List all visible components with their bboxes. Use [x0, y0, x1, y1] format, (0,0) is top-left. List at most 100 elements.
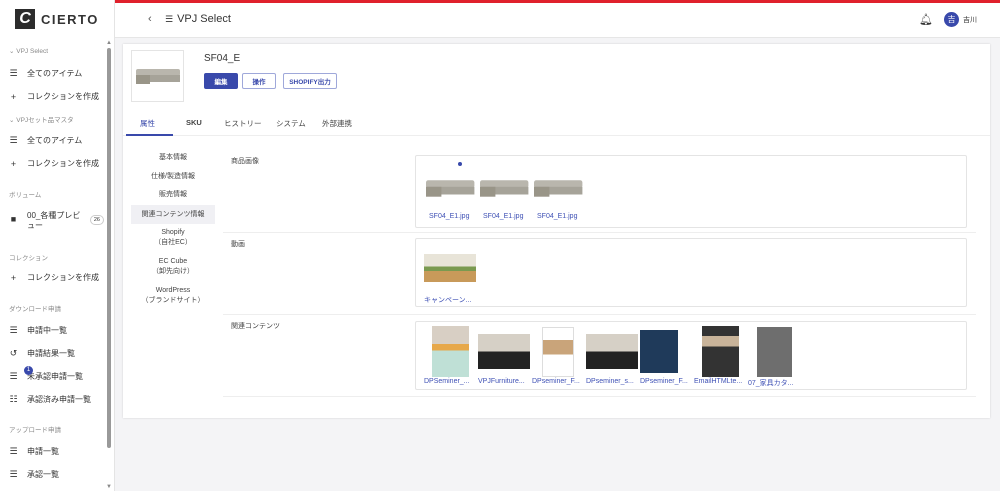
file-link[interactable]: 07_家具カタ... [748, 378, 794, 388]
folder-icon: ■ [10, 214, 17, 224]
image-thumb[interactable] [534, 178, 583, 198]
subnav-basic[interactable]: 基本情報 [131, 153, 215, 163]
item-label: 申請中一覧 [27, 326, 67, 335]
list-icon: ☰ [9, 371, 18, 381]
content-thumb[interactable] [432, 326, 469, 377]
sidebar-item-approvals[interactable]: ☰ 承認一覧 [9, 469, 104, 480]
content-thumb[interactable] [640, 330, 678, 373]
brand-name: CIERTO [41, 11, 99, 27]
subnav-related[interactable]: 関連コンテンツ情報 [131, 205, 215, 224]
file-link[interactable]: EmailHTMLte... [694, 378, 742, 385]
item-label: コレクションを作成 [27, 159, 99, 168]
sidebar-item-create-collection-2[interactable]: + コレクションを作成 [9, 158, 104, 169]
section-upload: アップロード申請 [9, 427, 61, 434]
sidebar-item-all-items-2[interactable]: ☰ 全てのアイテム [9, 135, 104, 146]
back-icon[interactable]: ‹ [148, 13, 152, 25]
sidebar-item-all-items[interactable]: ☰ 全てのアイテム [9, 68, 104, 79]
database-icon: ☰ [165, 13, 174, 24]
item-label: コレクションを作成 [27, 92, 99, 101]
title-text: VPJ Select [177, 13, 231, 25]
file-link[interactable]: VPJFurniture... [478, 378, 525, 385]
divider [223, 232, 976, 233]
file-link[interactable]: DPseminer_F... [532, 378, 580, 385]
related-box: DPSeminer_... VPJFurniture... DPseminer_… [415, 321, 967, 390]
page-title: ☰ VPJ Select [165, 13, 231, 25]
section-download: ダウンロード申請 [9, 306, 61, 313]
sidebar-item-pending[interactable]: ☰ 申請中一覧 [9, 325, 104, 336]
sidebar-item-create-collection-3[interactable]: + コレクションを作成 [9, 272, 104, 283]
tab-attributes[interactable]: 属性 [140, 118, 155, 129]
list-icon: ☰ [9, 446, 18, 456]
sidebar-item-requests[interactable]: ☰ 申請一覧 [9, 446, 104, 457]
file-link[interactable]: DPseminer_F... [640, 378, 688, 385]
notification-badge: 1 [24, 366, 33, 375]
subnav-spec[interactable]: 仕様/製造情報 [131, 172, 215, 182]
database-icon: ☰ [9, 135, 18, 145]
divider [223, 314, 976, 315]
video-thumb[interactable] [424, 254, 476, 282]
field-label-images: 商品画像 [231, 158, 259, 165]
section-vpj-select[interactable]: ⌄ VPJ Select [9, 47, 48, 55]
product-name: SF04_E [204, 53, 241, 64]
images-box: SF04_E1.jpg SF04_E1.jpg SF04_E1.jpg [415, 155, 967, 228]
file-link[interactable]: DPSeminer_... [424, 378, 470, 385]
item-label: 承認済み申請一覧 [27, 395, 91, 404]
subnav-shopify[interactable]: Shopify （自社EC） [131, 228, 215, 248]
sidebar-item-results[interactable]: ↺ 申請結果一覧 [9, 348, 104, 359]
content-thumb[interactable] [586, 334, 638, 369]
content-thumb[interactable] [542, 327, 574, 377]
section-label: VPJ Select [16, 48, 49, 55]
content-thumb[interactable] [757, 327, 792, 377]
sidebar-scrollbar[interactable] [107, 48, 111, 448]
shopify-export-button[interactable]: SHOPIFY出力 [283, 73, 337, 89]
subnav-sales[interactable]: 販売情報 [131, 190, 215, 200]
list-icon: ☰ [9, 325, 18, 335]
sidebar-item-create-collection[interactable]: + コレクションを作成 [9, 91, 104, 102]
item-label: 全てのアイテム [27, 136, 83, 145]
content-thumb[interactable] [478, 334, 530, 369]
tab-history[interactable]: ヒストリー [224, 118, 262, 129]
section-vpj-set[interactable]: ⌄ VPJセット品マスタ [9, 114, 74, 124]
content-thumb[interactable] [702, 326, 739, 377]
file-link[interactable]: SF04_E1.jpg [483, 213, 523, 220]
file-link[interactable]: SF04_E1.jpg [429, 213, 469, 220]
list-icon: ☰ [9, 469, 18, 479]
bell-icon[interactable]: 🔔︎ [919, 13, 933, 26]
count-badge: 26 [89, 215, 104, 225]
avatar[interactable]: 吉 [944, 12, 959, 27]
plus-icon: + [10, 91, 17, 102]
user-name[interactable]: 吉川 [963, 15, 977, 25]
sidebar-item-volume[interactable]: ■ 00_各種プレビュー 26 [9, 211, 104, 231]
actions-button[interactable]: 操作 [242, 73, 276, 89]
logo-mark: C [15, 9, 35, 29]
item-label: 申請一覧 [27, 447, 59, 456]
edit-button[interactable]: 編集 [204, 73, 238, 89]
database-icon: ☰ [9, 68, 18, 78]
file-link[interactable]: DPseminer_s... [586, 378, 634, 385]
tab-sku[interactable]: SKU [186, 118, 202, 127]
tab-external[interactable]: 外部連携 [322, 118, 352, 129]
section-volume: ボリューム [9, 192, 42, 199]
product-thumbnail [131, 50, 184, 102]
field-label-related: 関連コンテンツ [231, 323, 280, 330]
subnav-wordpress[interactable]: WordPress （ブランドサイト） [131, 286, 215, 306]
file-link[interactable]: SF04_E1.jpg [537, 213, 577, 220]
image-thumb[interactable] [480, 178, 529, 198]
field-label-video: 動画 [231, 241, 245, 248]
file-link[interactable]: キャンペーン... [424, 295, 471, 305]
plus-icon: + [10, 272, 17, 283]
section-collection: コレクション [9, 255, 48, 262]
image-thumb[interactable] [426, 178, 475, 198]
sidebar: C CIERTO ⌄ VPJ Select ☰ 全てのアイテム + コレクションを作成… [0, 0, 115, 491]
tab-system[interactable]: システム [276, 118, 306, 129]
logo[interactable]: C CIERTO [15, 9, 99, 29]
scroll-up-icon[interactable]: ▲ [106, 40, 112, 46]
scroll-down-icon[interactable]: ▼ [106, 484, 112, 490]
item-label: 全てのアイテム [27, 69, 83, 78]
item-label: 承認一覧 [27, 470, 59, 479]
sidebar-item-unapproved[interactable]: ☰ 1 未承認申請一覧 [9, 366, 104, 382]
subnav-eccube[interactable]: EC Cube （卸先向け） [131, 257, 215, 277]
item-label: 未承認申請一覧 [27, 372, 83, 381]
history-icon: ↺ [9, 348, 18, 358]
sidebar-item-approved[interactable]: ☷ 承認済み申請一覧 [9, 394, 104, 405]
